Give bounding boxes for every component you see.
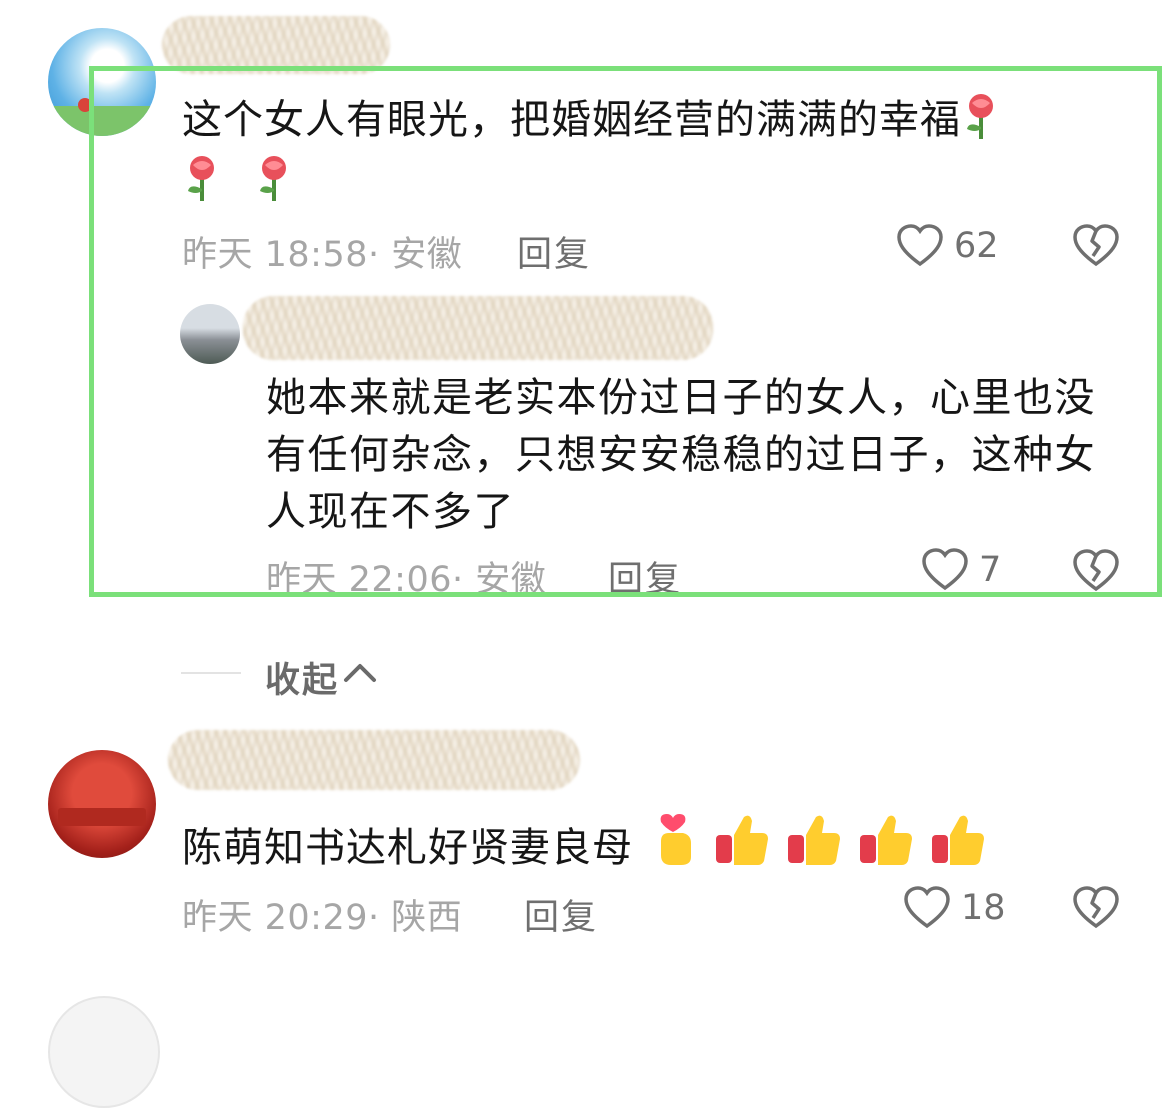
finger-heart-emoji: [653, 811, 699, 882]
chevron-up-icon: [342, 656, 378, 692]
avatar[interactable]: [48, 750, 156, 858]
like-button[interactable]: 18: [903, 884, 1013, 934]
thumbs-up-emoji: [712, 811, 770, 882]
comment-meta: 昨天 20:29· 陕西: [182, 898, 463, 938]
divider-line: [181, 672, 241, 674]
thumbs-up-emoji: [784, 811, 842, 882]
thumbs-up-emoji: [856, 811, 914, 882]
comment-text: 陈萌知书达札好贤妻良母: [182, 811, 1112, 882]
broken-heart-icon[interactable]: [1072, 886, 1120, 934]
collapse-label[interactable]: 收起: [265, 652, 339, 703]
avatar[interactable]: [48, 996, 160, 1108]
like-count: 18: [961, 888, 1006, 928]
username-redacted[interactable]: [168, 730, 580, 790]
highlight-box: [89, 66, 1162, 597]
heart-icon: [903, 886, 951, 934]
thumbs-up-emoji: [928, 811, 986, 882]
reply-button[interactable]: 回复: [524, 889, 598, 940]
